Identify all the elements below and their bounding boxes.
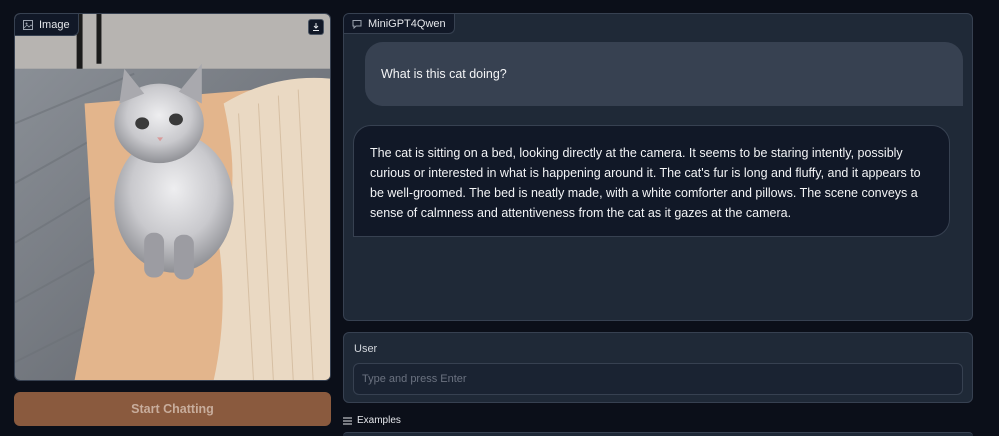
examples-label: Examples — [357, 415, 401, 426]
start-chatting-button[interactable]: Start Chatting — [14, 392, 331, 426]
chatbot-label-text: MiniGPT4Qwen — [368, 17, 446, 30]
app-root: Image Start Chatting MiniGPT4Qwen What i… — [0, 0, 999, 436]
examples-panel — [343, 432, 973, 436]
image-label-text: Image — [39, 18, 70, 31]
user-input-panel: User — [343, 332, 973, 403]
image-icon — [23, 19, 33, 30]
user-input-field[interactable] — [353, 363, 963, 395]
download-icon — [313, 23, 319, 31]
download-button[interactable] — [308, 19, 324, 35]
examples-toggle[interactable]: Examples — [343, 415, 401, 426]
image-panel[interactable]: Image — [14, 13, 331, 381]
chatbot-label: MiniGPT4Qwen — [344, 14, 455, 34]
list-icon — [343, 417, 352, 424]
chat-icon — [352, 19, 362, 29]
user-input-label: User — [354, 343, 378, 355]
bot-message: The cat is sitting on a bed, looking dir… — [353, 125, 950, 237]
cat-photo — [15, 14, 330, 380]
chatbot-panel: MiniGPT4Qwen What is this cat doing? The… — [343, 13, 973, 321]
bot-message-text: The cat is sitting on a bed, looking dir… — [370, 146, 921, 220]
user-message-text: What is this cat doing? — [381, 67, 507, 81]
image-label: Image — [15, 14, 79, 36]
user-message: What is this cat doing? — [365, 42, 963, 106]
